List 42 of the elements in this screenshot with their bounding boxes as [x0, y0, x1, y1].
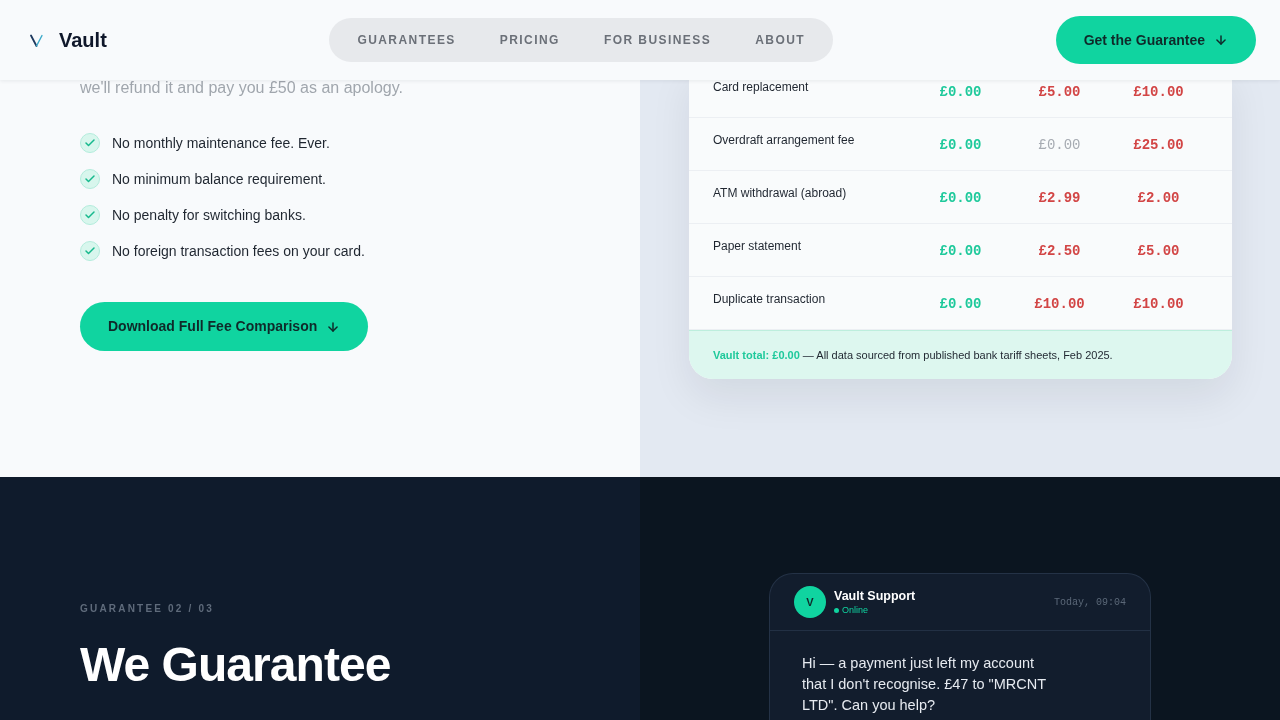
nav-link[interactable]: GUARANTEES: [335, 32, 478, 48]
benefit-text: No foreign transaction fees on your card.: [112, 242, 365, 261]
nav-link[interactable]: ABOUT: [733, 32, 828, 48]
section-heading: We Guarantee: [80, 640, 391, 690]
fee-label: ATM withdrawal (abroad): [713, 185, 847, 201]
fee-value: £10.00: [1133, 295, 1184, 314]
fee-value: £0.00: [939, 189, 982, 208]
brand-name: Vault: [59, 30, 107, 50]
fee-value: £2.99: [1038, 189, 1081, 208]
fee-label: Overdraft arrangement fee: [713, 132, 855, 148]
chat-message: Hi — a payment just left my account that I don't recognise. £47 to "MRCNT LTD". Can you help?: [802, 654, 1047, 715]
nav-link[interactable]: PRICING: [477, 32, 582, 48]
benefit-text: No penalty for switching banks.: [112, 206, 306, 225]
cta-button[interactable]: Get the Guarantee: [1055, 16, 1256, 64]
fee-value: £0.00: [1038, 136, 1081, 155]
fee-value: £0.00: [939, 242, 982, 261]
v-mark-icon: [30, 33, 43, 47]
fee-value: £2.00: [1137, 189, 1180, 208]
fee-value: £2.50: [1038, 242, 1081, 261]
agent-status: Online: [842, 604, 868, 616]
benefit-text: No monthly maintenance fee. Ever.: [112, 134, 330, 153]
fee-value: £5.00: [1137, 242, 1180, 261]
fee-value: £25.00: [1133, 136, 1184, 155]
fee-value: £0.00: [939, 136, 982, 155]
fee-label: Card replacement: [713, 80, 809, 95]
fee-footnote: Vault total: £0.00 — All data sourced from published bank tariff sheets, Feb 2025.: [713, 347, 1113, 363]
benefit-text: No minimum balance requirement.: [112, 170, 326, 189]
fee-value: £0.00: [939, 83, 982, 102]
fee-value: £10.00: [1133, 83, 1184, 102]
nav-link[interactable]: FOR BUSINESS: [581, 32, 734, 48]
download-button[interactable]: Download Full Fee Comparison: [80, 302, 369, 351]
intro-text: we'll refund it and pay you £50 as an apology.: [80, 80, 403, 98]
agent-avatar: V: [794, 586, 826, 618]
fee-value: £5.00: [1038, 83, 1081, 102]
agent-name: Vault Support: [834, 588, 916, 604]
section-eyebrow: GUARANTEE 02 / 03: [80, 603, 215, 615]
fee-value: £10.00: [1034, 295, 1085, 314]
fee-value: £0.00: [939, 295, 982, 314]
arrow-down-icon: [1214, 33, 1228, 47]
fee-label: Duplicate transaction: [713, 291, 826, 307]
chat-time: Today, 09:04: [1054, 595, 1126, 610]
fee-label: Paper statement: [713, 238, 802, 254]
